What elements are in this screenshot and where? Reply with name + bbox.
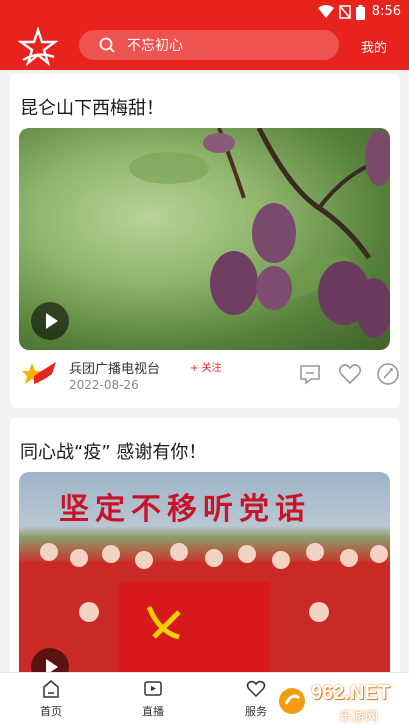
like-icon[interactable]: [338, 362, 362, 386]
status-bar: 8:56: [0, 0, 409, 24]
card-title[interactable]: 昆仑山下西梅甜！: [20, 94, 164, 120]
live-icon: [144, 681, 162, 696]
video-thumbnail[interactable]: [19, 128, 390, 350]
search-placeholder: 不忘初心: [127, 38, 183, 54]
crowd-photo-image: [19, 543, 390, 688]
battery-icon: [356, 4, 365, 20]
app-logo-icon[interactable]: [18, 27, 58, 67]
share-icon[interactable]: [376, 362, 400, 386]
mine-button[interactable]: 我的: [361, 37, 387, 56]
video-thumbnail[interactable]: 坚定不移听党话: [19, 472, 390, 688]
app-header: 不忘初心 我的: [0, 24, 409, 70]
wifi-icon: [318, 5, 334, 18]
tab-home[interactable]: 首页: [21, 679, 81, 719]
watermark-text: 962.NET: [311, 682, 390, 704]
feed-card[interactable]: 同心战“疫” 感谢有你！ 坚定不移听党话: [10, 418, 400, 688]
source-logo-icon[interactable]: [22, 360, 56, 388]
status-icons: [318, 4, 365, 20]
publish-date: 2022-08-26: [69, 378, 139, 392]
source-name[interactable]: 兵团广播电视台: [69, 358, 160, 377]
feed-card[interactable]: 昆仑山下西梅甜！ 兵团广播电视台 + 关注 2022-08-26: [10, 74, 400, 408]
follow-button[interactable]: + 关注: [190, 359, 222, 374]
plum-photo-image: [129, 128, 390, 338]
watermark-sub: 乐游网: [339, 710, 379, 725]
watermark: 962.NET 乐游网: [277, 680, 401, 725]
search-icon: [99, 37, 115, 53]
card-title[interactable]: 同心战“疫” 感谢有你！: [20, 438, 206, 464]
tab-label: 直播: [142, 705, 164, 718]
play-button[interactable]: [31, 302, 69, 340]
comment-icon[interactable]: [298, 362, 322, 386]
watermark-logo-icon: [279, 688, 305, 714]
tab-live[interactable]: 直播: [123, 679, 183, 719]
card-meta: 兵团广播电视台 + 关注 2022-08-26: [20, 356, 399, 396]
home-icon: [43, 680, 59, 698]
search-bar[interactable]: 不忘初心: [79, 30, 339, 60]
status-time: 8:56: [371, 4, 401, 19]
no-signal-icon: [339, 5, 351, 19]
tab-label: 首页: [40, 705, 62, 718]
heart-icon: [246, 680, 266, 698]
